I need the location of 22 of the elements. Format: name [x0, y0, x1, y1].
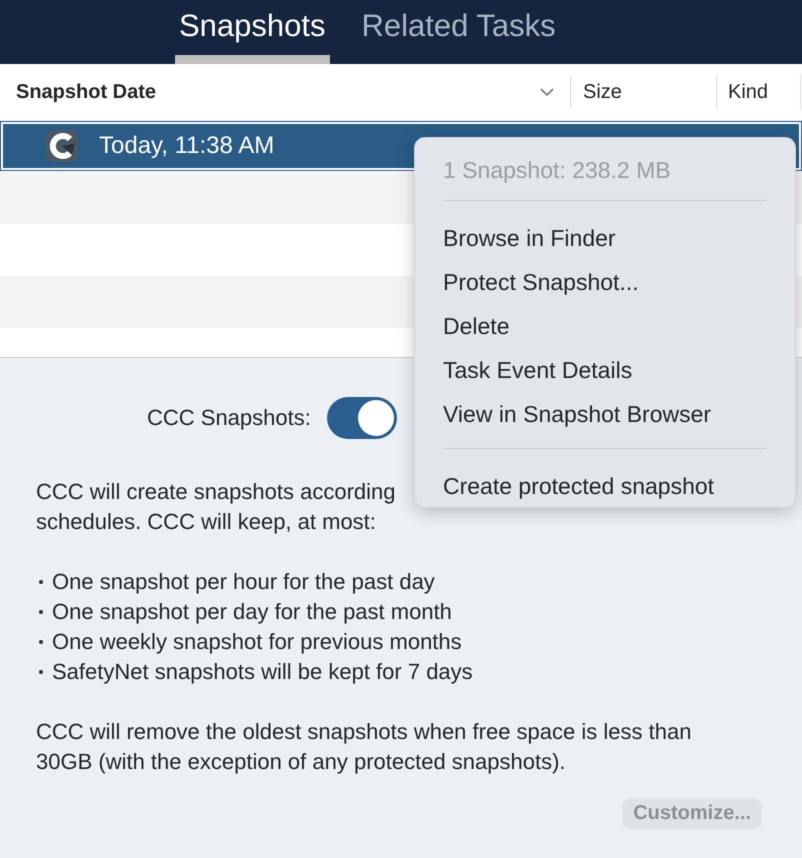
- menu-item[interactable]: Task Event Details: [443, 348, 767, 392]
- menu-item[interactable]: Protect Snapshot...: [443, 260, 767, 304]
- column-header[interactable]: Size: [583, 80, 622, 104]
- toggle-switch[interactable]: [326, 397, 397, 439]
- menu-item[interactable]: Browse in Finder: [443, 216, 767, 260]
- chevron-down-icon[interactable]: [540, 88, 554, 96]
- setting-label: CCC Snapshots:: [147, 405, 311, 431]
- column-header[interactable]: Snapshot Date: [16, 80, 156, 104]
- column-header[interactable]: Kind: [728, 80, 768, 104]
- footnote-text: CCC will remove the oldest snapshots when free space is less than 30GB (with the exception of any protected snapshots).: [36, 718, 692, 776]
- retention-rule: One weekly snapshot for previous months: [36, 627, 766, 657]
- menu-item[interactable]: Create protected snapshot: [443, 464, 767, 508]
- menu-item[interactable]: Delete: [443, 304, 767, 348]
- app-icon: [45, 129, 79, 163]
- retention-rule: One snapshot per day for the past month: [36, 597, 766, 627]
- description-text: schedules. CCC will keep, at most:: [36, 508, 376, 536]
- description-text: CCC will create snapshots according: [36, 478, 396, 506]
- retention-rule: SafetyNet snapshots will be kept for 7 days: [36, 657, 766, 687]
- snapshot-date: Today, 11:38 AM: [99, 132, 274, 160]
- tab[interactable]: Related Tasks: [358, 0, 560, 64]
- menu-item[interactable]: View in Snapshot Browser: [443, 392, 767, 436]
- retention-rule: One snapshot per hour for the past day: [36, 567, 766, 597]
